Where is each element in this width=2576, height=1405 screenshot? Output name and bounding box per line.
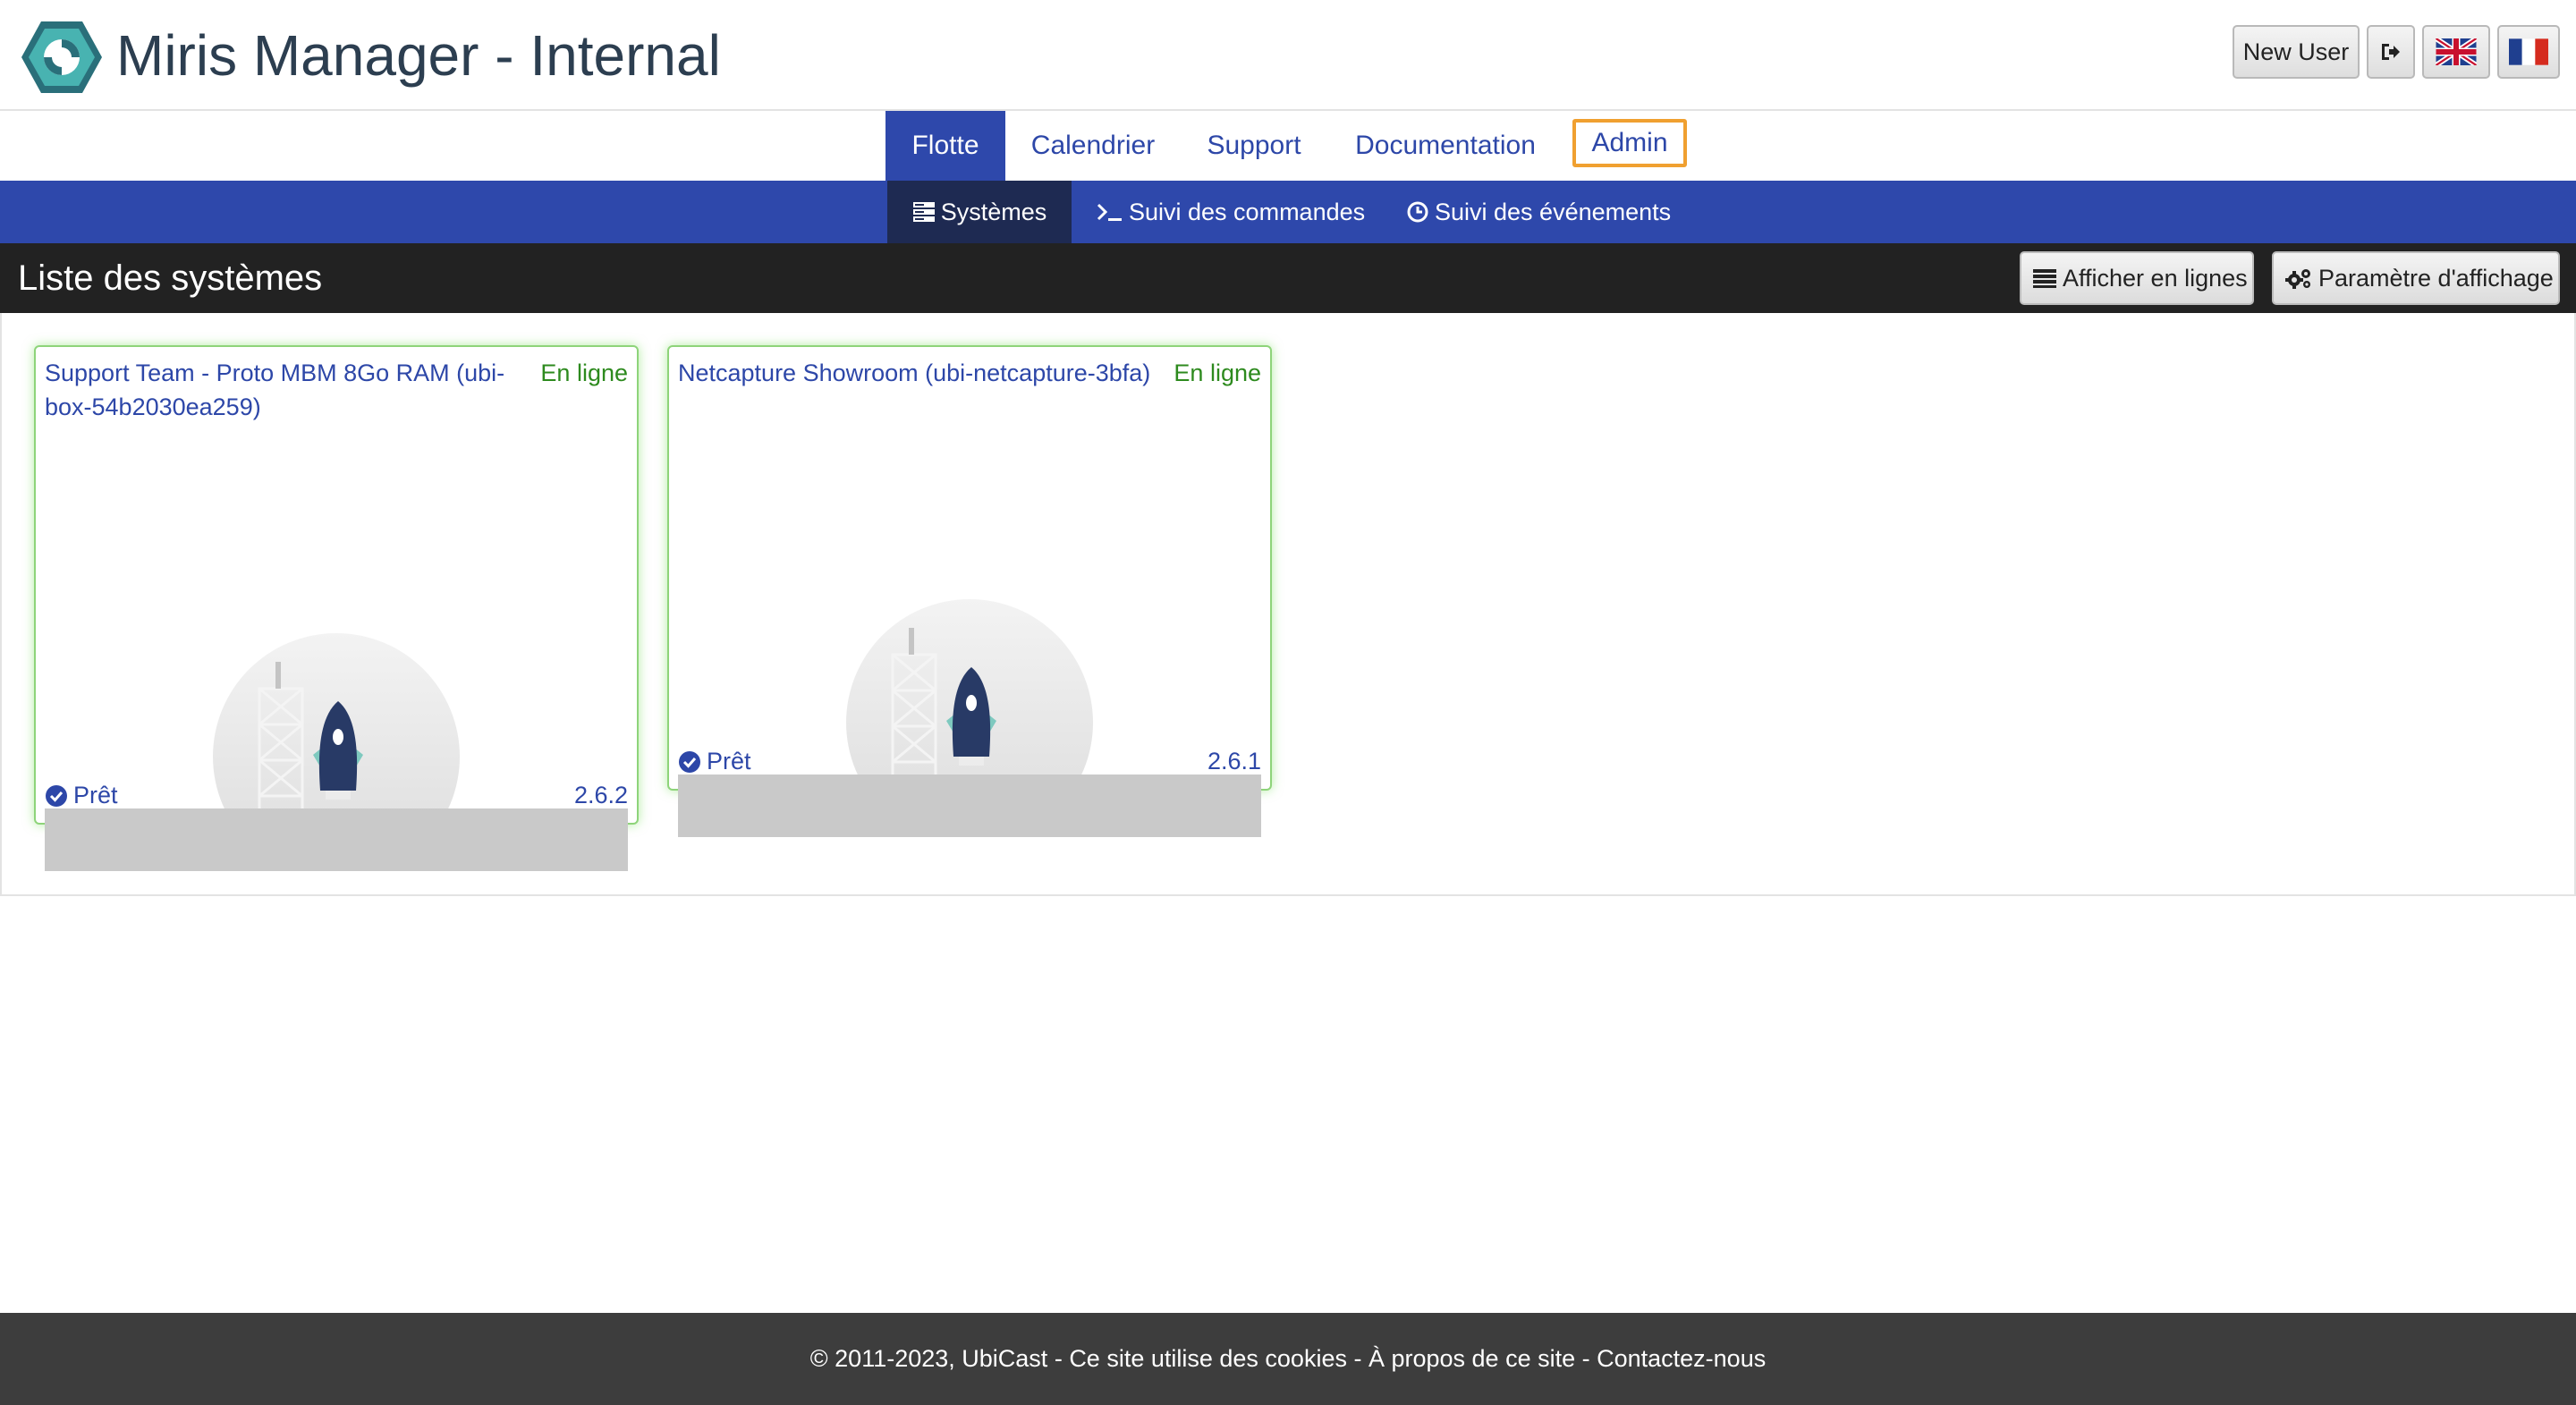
system-online-status: En ligne (1174, 360, 1261, 386)
sub-nav: Systèmes Suivi des commandes Suivi des é… (0, 181, 2576, 243)
footer-separator: - (1047, 1345, 1070, 1372)
server-icon (912, 201, 936, 223)
subtab-suivi-evenements[interactable]: Suivi des événements (1406, 181, 1671, 243)
tab-flotte[interactable]: Flotte (886, 111, 1005, 181)
show-rows-button[interactable]: Afficher en lignes (2020, 251, 2254, 305)
subtab-suivi-commandes-label: Suivi des commandes (1129, 198, 1366, 225)
language-en-button[interactable] (2422, 25, 2490, 79)
system-version: 2.6.1 (1207, 748, 1261, 774)
tab-support[interactable]: Support (1195, 111, 1313, 181)
app-title: Miris Manager - Internal (116, 23, 721, 88)
sign-out-icon (2382, 44, 2400, 60)
footer-separator: - (1575, 1345, 1597, 1372)
system-state-label: Prêt (707, 748, 751, 774)
footer-about-link[interactable]: À propos de ce site (1368, 1345, 1575, 1373)
rocket-launch-illustration (45, 630, 628, 871)
display-settings-button[interactable]: Paramètre d'affichage (2272, 251, 2560, 305)
user-menu-button[interactable]: New User (2233, 25, 2360, 79)
footer-separator: - (1346, 1345, 1368, 1372)
footer-contact-link[interactable]: Contactez-nous (1597, 1345, 1766, 1373)
system-card[interactable]: Support Team - Proto MBM 8Go RAM (ubi-bo… (34, 345, 639, 871)
subtab-suivi-evenements-label: Suivi des événements (1435, 198, 1672, 225)
top-header: Miris Manager - Internal New User (0, 0, 2576, 111)
subtab-systemes[interactable]: Systèmes (887, 181, 1072, 243)
tab-calendrier[interactable]: Calendrier (1016, 111, 1170, 181)
system-state-label: Prêt (73, 782, 118, 808)
check-circle-icon (45, 784, 68, 808)
system-state: Prêt (678, 748, 751, 775)
system-version: 2.6.2 (573, 782, 628, 808)
show-rows-label: Afficher en lignes (2063, 264, 2248, 292)
app-logo[interactable] (20, 18, 104, 97)
display-settings-label: Paramètre d'affichage (2318, 264, 2554, 292)
tab-admin[interactable]: Admin (1572, 119, 1687, 167)
clock-icon (1406, 200, 1429, 224)
subtab-systemes-label: Systèmes (940, 198, 1047, 225)
rocket-launch-illustration (678, 596, 1261, 837)
system-card[interactable]: Netcapture Showroom (ubi-netcapture-3bfa… (667, 345, 1272, 837)
system-name[interactable]: Netcapture Showroom (ubi-netcapture-3bfa… (678, 356, 1179, 390)
page-title: Liste des systèmes (18, 258, 323, 298)
system-state: Prêt (45, 782, 118, 809)
fr-flag-icon (2509, 38, 2548, 65)
logout-button[interactable] (2367, 25, 2415, 79)
terminal-icon (1097, 201, 1123, 223)
subtab-suivi-commandes[interactable]: Suivi des commandes (1097, 181, 1365, 243)
footer-copyright: © 2011-2023, UbiCast (809, 1345, 1048, 1372)
check-circle-icon (678, 750, 701, 774)
tab-documentation[interactable]: Documentation (1338, 111, 1553, 181)
system-name[interactable]: Support Team - Proto MBM 8Go RAM (ubi-bo… (45, 356, 546, 424)
footer-cookies-link[interactable]: Ce site utilise des cookies (1069, 1345, 1347, 1373)
gears-icon (2284, 267, 2313, 290)
footer: © 2011-2023, UbiCast - Ce site utilise d… (0, 1313, 2576, 1405)
language-fr-button[interactable] (2497, 25, 2560, 79)
uk-flag-icon (2436, 38, 2477, 65)
system-online-status: En ligne (540, 360, 628, 386)
section-header: Liste des systèmes Afficher en lignes Pa… (0, 243, 2576, 313)
main-nav: Flotte Calendrier Support Documentation … (0, 111, 2576, 181)
list-icon (2032, 267, 2057, 289)
